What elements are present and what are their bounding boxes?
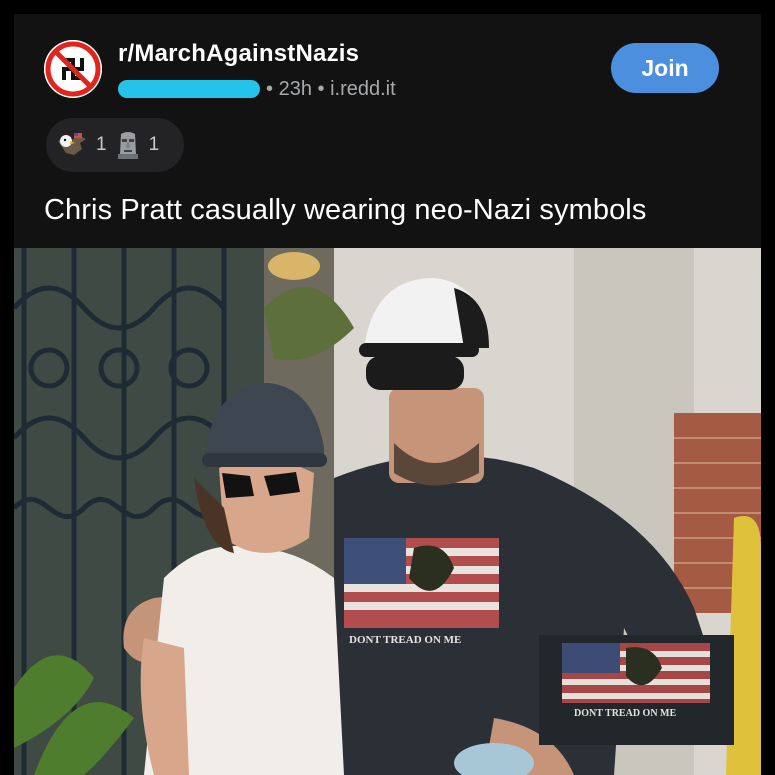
inset-text: DONT TREAD ON ME	[574, 708, 676, 719]
award-item: 1	[56, 131, 107, 159]
photo-illustration: DONT TREAD ON ME DONT TREAD ON ME	[14, 248, 761, 775]
subreddit-name[interactable]: r/MarchAgainstNazis	[118, 40, 359, 68]
award-count: 1	[148, 134, 160, 155]
awards-pill[interactable]: 1 1	[46, 118, 184, 172]
post-title[interactable]: Chris Pratt casually wearing neo-Nazi sy…	[44, 194, 646, 227]
award-count: 1	[96, 134, 107, 155]
post-image[interactable]: DONT TREAD ON ME DONT TREAD ON ME	[14, 248, 761, 775]
post-meta: • 23h • i.redd.it	[118, 75, 396, 103]
subreddit-avatar[interactable]	[44, 40, 102, 98]
meta-separator: •	[317, 77, 325, 100]
no-swastika-icon	[44, 40, 102, 98]
post-domain[interactable]: i.redd.it	[330, 78, 396, 101]
award-item: 1	[115, 130, 160, 160]
shirt-closeup-inset: DONT TREAD ON ME	[539, 635, 734, 745]
meta-separator: •	[266, 77, 274, 100]
redacted-username	[118, 80, 260, 98]
post-time: 23h	[278, 77, 312, 100]
eagle-award-icon	[58, 133, 86, 155]
post-card[interactable]: r/MarchAgainstNazis • 23h • i.redd.it Jo…	[14, 14, 761, 775]
join-button[interactable]: Join	[611, 43, 719, 93]
moai-award-icon	[117, 132, 138, 159]
shirt-text: DONT TREAD ON ME	[349, 634, 461, 646]
